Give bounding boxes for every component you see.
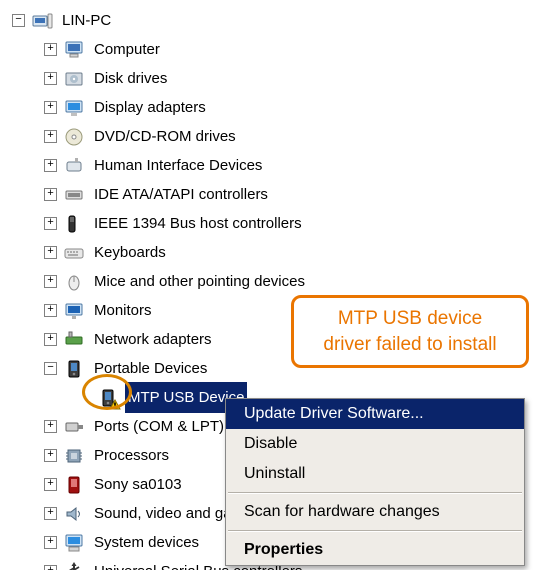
expand-toggle[interactable]: + (44, 507, 57, 520)
tree-item[interactable]: + IDE ATA/ATAPI controllers (12, 180, 555, 209)
tree-item-label: IDE ATA/ATAPI controllers (91, 179, 271, 210)
expand-toggle[interactable]: + (44, 246, 57, 259)
expand-toggle[interactable]: + (44, 188, 57, 201)
network-icon (63, 329, 85, 351)
root-label: LIN-PC (59, 5, 114, 36)
expand-toggle[interactable]: + (44, 420, 57, 433)
port-icon (63, 416, 85, 438)
menu-separator (228, 530, 522, 532)
monitor-icon (63, 300, 85, 322)
computer-root-icon (31, 10, 53, 32)
tree-item-label: Computer (91, 34, 163, 65)
tree-item-label: Network adapters (91, 324, 215, 355)
collapse-toggle[interactable]: − (12, 14, 25, 27)
sound-icon (63, 503, 85, 525)
expand-toggle[interactable]: + (44, 275, 57, 288)
collapse-toggle[interactable]: − (44, 362, 57, 375)
ieee-icon (63, 213, 85, 235)
menu-update-driver[interactable]: Update Driver Software... (226, 399, 524, 429)
tree-item[interactable]: + Human Interface Devices (12, 151, 555, 180)
tree-item-label: IEEE 1394 Bus host controllers (91, 208, 305, 239)
expand-toggle[interactable]: + (44, 72, 57, 85)
ide-icon (63, 184, 85, 206)
expand-toggle[interactable]: + (44, 130, 57, 143)
tree-item-label: DVD/CD-ROM drives (91, 121, 239, 152)
expand-toggle[interactable]: + (44, 159, 57, 172)
dvd-icon (63, 126, 85, 148)
expand-toggle[interactable]: + (44, 478, 57, 491)
disk-icon (63, 68, 85, 90)
tree-item-label: Display adapters (91, 92, 209, 123)
menu-separator (228, 492, 522, 494)
tree-item-label: Human Interface Devices (91, 150, 265, 181)
menu-uninstall[interactable]: Uninstall (226, 459, 524, 489)
tree-root[interactable]: − LIN-PC (12, 6, 555, 35)
tree-item[interactable]: + Network adapters (12, 325, 555, 354)
expand-toggle[interactable]: + (44, 536, 57, 549)
usb-icon (63, 561, 85, 570)
tree-item[interactable]: + Keyboards (12, 238, 555, 267)
tree-item-label: Sony sa0103 (91, 469, 185, 500)
tree-item[interactable]: + Disk drives (12, 64, 555, 93)
mouse-icon (63, 271, 85, 293)
tree-item[interactable]: + DVD/CD-ROM drives (12, 122, 555, 151)
portable-device-icon (97, 387, 119, 409)
tree-item[interactable]: + IEEE 1394 Bus host controllers (12, 209, 555, 238)
tree-item[interactable]: − Portable Devices (12, 354, 555, 383)
display-icon (63, 97, 85, 119)
keyboard-icon (63, 242, 85, 264)
menu-properties[interactable]: Properties (226, 535, 524, 565)
tree-item-label: Processors (91, 440, 172, 471)
menu-disable[interactable]: Disable (226, 429, 524, 459)
context-menu[interactable]: Update Driver Software... Disable Uninst… (225, 398, 525, 566)
tree-item-label: Monitors (91, 295, 155, 326)
expand-toggle[interactable]: + (44, 43, 57, 56)
tree-item[interactable]: + Mice and other pointing devices (12, 267, 555, 296)
expand-toggle[interactable]: + (44, 333, 57, 346)
tree-item-label: Disk drives (91, 63, 170, 94)
warning-overlay-icon (109, 399, 121, 411)
tree-item-label: Ports (COM & LPT) (91, 411, 227, 442)
tree-item-label: Keyboards (91, 237, 169, 268)
tree-item-label: Mice and other pointing devices (91, 266, 308, 297)
hid-icon (63, 155, 85, 177)
tree-item[interactable]: + Computer (12, 35, 555, 64)
sony-icon (63, 474, 85, 496)
menu-scan-hardware[interactable]: Scan for hardware changes (226, 497, 524, 527)
tree-item[interactable]: + Display adapters (12, 93, 555, 122)
tree-item-label: Portable Devices (91, 353, 210, 384)
expand-toggle[interactable]: + (44, 449, 57, 462)
system-icon (63, 532, 85, 554)
tree-item[interactable]: + Monitors (12, 296, 555, 325)
computer-icon (63, 39, 85, 61)
cpu-icon (63, 445, 85, 467)
portable-icon (63, 358, 85, 380)
expand-toggle[interactable]: + (44, 101, 57, 114)
expand-toggle[interactable]: + (44, 565, 57, 570)
expand-toggle[interactable]: + (44, 217, 57, 230)
expand-toggle[interactable]: + (44, 304, 57, 317)
tree-item-label: System devices (91, 527, 202, 558)
